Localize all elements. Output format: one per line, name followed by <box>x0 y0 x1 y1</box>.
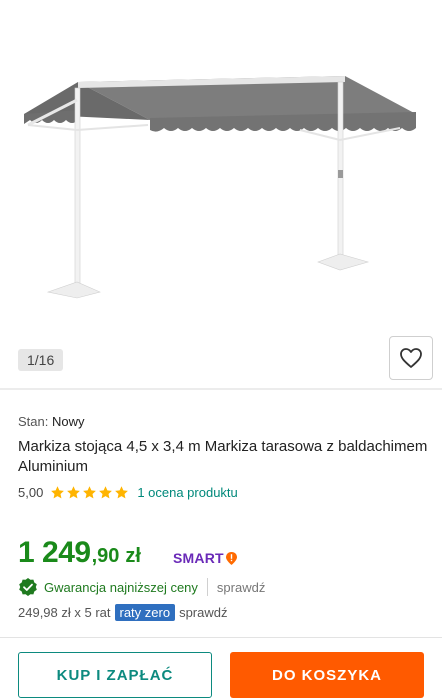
installment-check-link[interactable]: sprawdź <box>179 605 227 620</box>
section-divider <box>0 388 442 390</box>
price-cents: ,90 <box>91 545 120 567</box>
smart-label: SMART <box>173 550 224 566</box>
image-counter: 1/16 <box>18 349 64 371</box>
smart-info-icon <box>225 551 237 565</box>
guarantee-text: Gwarancja najniższej ceny <box>44 579 198 595</box>
product-title: Markiza stojąca 4,5 x 3,4 m Markiza tara… <box>18 438 428 475</box>
star-icon <box>115 486 129 499</box>
badge-check-icon <box>19 578 37 596</box>
add-to-cart-button[interactable]: DO KOSZYKA <box>230 652 424 698</box>
heart-icon <box>400 348 422 368</box>
guarantee-check-link[interactable]: sprawdź <box>217 580 265 595</box>
price-main: 1 249 <box>18 536 91 569</box>
star-icon <box>99 486 113 499</box>
action-bar-divider <box>0 637 442 638</box>
image-gallery[interactable]: 1/16 <box>0 0 442 388</box>
price: 1 249 ,90 zł <box>18 536 141 570</box>
star-icon <box>83 486 97 499</box>
buy-now-button[interactable]: KUP I ZAPŁAĆ <box>18 652 212 698</box>
product-condition: Stan: Nowy <box>18 414 428 429</box>
favorite-button[interactable] <box>389 336 433 380</box>
rating-row: 5,00 1 ocena produktu <box>18 485 428 500</box>
rating-stars <box>50 485 129 500</box>
installment-info: 249,98 zł x 5 rat raty zero sprawdź <box>18 604 228 621</box>
installment-amount: 249,98 zł x 5 rat <box>18 605 111 620</box>
price-guarantee: Gwarancja najniższej ceny sprawdź <box>18 577 265 597</box>
raty-zero-badge: raty zero <box>114 604 176 621</box>
reviews-link[interactable]: 1 ocena produktu <box>137 485 237 500</box>
price-currency: zł <box>125 545 141 567</box>
product-info: Stan: Nowy Markiza stojąca 4,5 x 3,4 m M… <box>18 414 428 500</box>
condition-label: Stan: <box>18 414 49 429</box>
smart-badge[interactable]: SMART <box>173 550 238 566</box>
condition-value: Nowy <box>51 414 85 429</box>
rating-value: 5,00 <box>18 485 44 500</box>
separator <box>206 578 208 596</box>
star-icon <box>51 486 65 499</box>
star-icon <box>67 486 81 499</box>
awning-product-image[interactable] <box>0 0 442 388</box>
